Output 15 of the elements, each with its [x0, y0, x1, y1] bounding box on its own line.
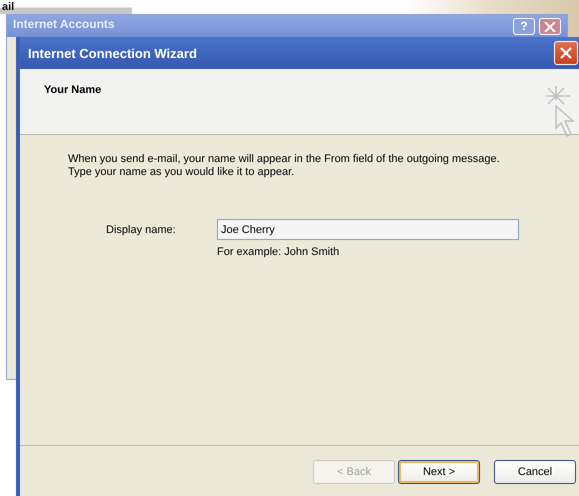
instruction-text: Type your name as you would like it to appear.: [68, 166, 296, 179]
close-icon: [559, 46, 573, 60]
wizard-button[interactable]: Cancel: [494, 460, 576, 484]
wizard-button[interactable]: Next >: [398, 460, 480, 484]
background-text: ail: [2, 1, 14, 13]
example-text: For example: John Smith: [217, 246, 340, 258]
field-label: Display name:: [106, 224, 177, 236]
close-icon: [544, 22, 556, 32]
instruction-text: When you send e-mail, your name will appear in the From field of the outgoing message.: [68, 153, 501, 166]
display-name-field[interactable]: Joe Cherry: [217, 219, 519, 240]
close-button[interactable]: [539, 18, 561, 35]
background-window-title: Internet Accounts: [13, 18, 115, 31]
page-title: Your Name: [44, 84, 102, 98]
close-button[interactable]: [554, 41, 578, 65]
window-title: Internet Connection Wizard: [28, 46, 198, 60]
